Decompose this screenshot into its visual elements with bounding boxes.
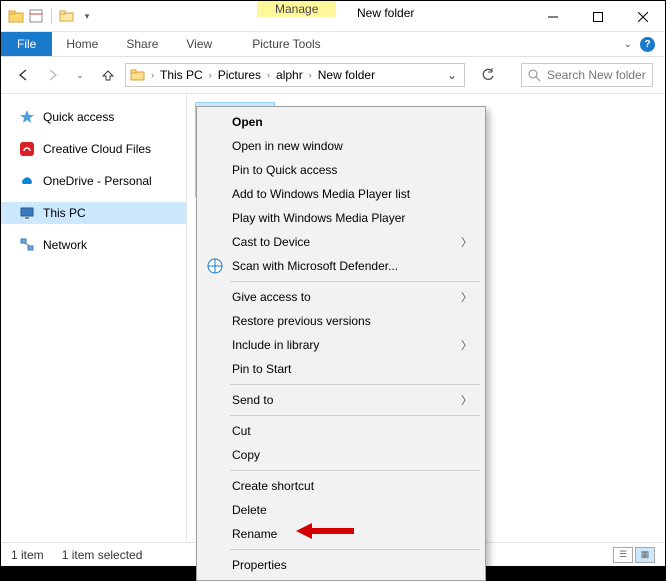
menu-give-access-to[interactable]: Give access to〉	[200, 285, 482, 309]
sidebar-item-this-pc[interactable]: This PC	[1, 202, 186, 224]
sidebar-item-label: This PC	[43, 206, 86, 220]
creative-cloud-icon	[19, 141, 35, 157]
window-title: New folder	[339, 6, 414, 20]
back-button[interactable]	[13, 64, 35, 86]
chevron-right-icon: 〉	[461, 337, 472, 353]
breadcrumb-seg[interactable]: alphr	[274, 68, 305, 82]
navigation-bar: ⌄ › This PC › Pictures › alphr › New fol…	[1, 57, 665, 93]
sidebar-item-onedrive[interactable]: OneDrive - Personal	[1, 170, 186, 192]
breadcrumb-seg[interactable]: Pictures	[216, 68, 263, 82]
search-input[interactable]: Search New folder	[521, 63, 653, 87]
address-dropdown-icon[interactable]: ⌄	[443, 68, 461, 82]
minimize-button[interactable]	[530, 1, 575, 32]
contextual-tab-header: Manage	[257, 1, 336, 17]
qat-dropdown-icon[interactable]: ▾	[78, 5, 96, 27]
up-button[interactable]	[97, 64, 119, 86]
maximize-button[interactable]	[575, 1, 620, 32]
tab-view[interactable]: View	[172, 32, 226, 56]
menu-open-new-window[interactable]: Open in new window	[200, 134, 482, 158]
search-icon	[528, 69, 541, 82]
chevron-right-icon: 〉	[461, 392, 472, 408]
chevron-right-icon: 〉	[461, 234, 472, 250]
search-placeholder: Search New folder	[547, 68, 646, 82]
chevron-right-icon[interactable]: ›	[149, 70, 156, 80]
sidebar-item-quick-access[interactable]: Quick access	[1, 106, 186, 128]
folder-icon	[7, 5, 25, 27]
tab-home[interactable]: Home	[52, 32, 112, 56]
titlebar: ▾ Manage New folder	[1, 1, 665, 32]
menu-open[interactable]: Open	[200, 110, 482, 134]
menu-pin-quick-access[interactable]: Pin to Quick access	[200, 158, 482, 182]
recent-dropdown[interactable]: ⌄	[69, 64, 91, 86]
defender-icon	[207, 258, 223, 274]
view-thumbnails-button[interactable]: ▦	[635, 547, 655, 563]
menu-copy[interactable]: Copy	[200, 443, 482, 467]
menu-play-wmp[interactable]: Play with Windows Media Player	[200, 206, 482, 230]
help-icon[interactable]: ?	[640, 37, 655, 52]
ribbon-collapse-icon[interactable]: ⌄	[624, 39, 632, 50]
sidebar-item-label: OneDrive - Personal	[43, 174, 152, 188]
menu-cast-to-device[interactable]: Cast to Device〉	[200, 230, 482, 254]
menu-delete[interactable]: Delete	[200, 498, 482, 522]
sidebar-item-label: Quick access	[43, 110, 114, 124]
annotation-arrow	[296, 522, 356, 540]
menu-send-to[interactable]: Send to〉	[200, 388, 482, 412]
qat-properties-icon[interactable]	[27, 5, 45, 27]
address-bar[interactable]: › This PC › Pictures › alphr › New folde…	[125, 63, 465, 87]
sidebar-item-creative-cloud[interactable]: Creative Cloud Files	[1, 138, 186, 160]
sidebar-item-network[interactable]: Network	[1, 234, 186, 256]
chevron-right-icon[interactable]: ›	[265, 70, 272, 80]
tab-file[interactable]: File	[1, 32, 52, 56]
menu-scan-defender[interactable]: Scan with Microsoft Defender...	[200, 254, 482, 278]
breadcrumb-seg[interactable]: New folder	[316, 68, 377, 82]
network-icon	[19, 237, 35, 253]
ribbon-tabs: File Home Share View Picture Tools ⌄ ?	[1, 32, 665, 57]
status-selected-count: 1 item selected	[62, 548, 143, 562]
chevron-right-icon: 〉	[461, 289, 472, 305]
refresh-button[interactable]	[475, 68, 501, 82]
sidebar-item-label: Creative Cloud Files	[43, 142, 151, 156]
menu-include-library[interactable]: Include in library〉	[200, 333, 482, 357]
sidebar: Quick access Creative Cloud Files OneDri…	[1, 94, 187, 542]
menu-restore-previous[interactable]: Restore previous versions	[200, 309, 482, 333]
address-folder-icon	[129, 66, 147, 84]
status-item-count: 1 item	[11, 548, 44, 562]
menu-properties[interactable]: Properties	[200, 553, 482, 577]
menu-add-wmp-list[interactable]: Add to Windows Media Player list	[200, 182, 482, 206]
explorer-window: ▾ Manage New folder File Home Share View…	[1, 1, 665, 566]
chevron-right-icon[interactable]: ›	[307, 70, 314, 80]
monitor-icon	[19, 205, 35, 221]
menu-cut[interactable]: Cut	[200, 419, 482, 443]
sidebar-item-label: Network	[43, 238, 87, 252]
breadcrumb-seg[interactable]: This PC	[158, 68, 205, 82]
tab-picture-tools[interactable]: Picture Tools	[238, 32, 334, 56]
chevron-right-icon[interactable]: ›	[207, 70, 214, 80]
forward-button[interactable]	[41, 64, 63, 86]
cloud-icon	[19, 173, 35, 189]
context-menu: Open Open in new window Pin to Quick acc…	[196, 106, 486, 581]
menu-pin-start[interactable]: Pin to Start	[200, 357, 482, 381]
qat-newfolder-icon[interactable]	[58, 5, 76, 27]
menu-create-shortcut[interactable]: Create shortcut	[200, 474, 482, 498]
tab-share[interactable]: Share	[112, 32, 172, 56]
close-button[interactable]	[620, 1, 665, 32]
star-icon	[19, 109, 35, 125]
view-details-button[interactable]: ☰	[613, 547, 633, 563]
